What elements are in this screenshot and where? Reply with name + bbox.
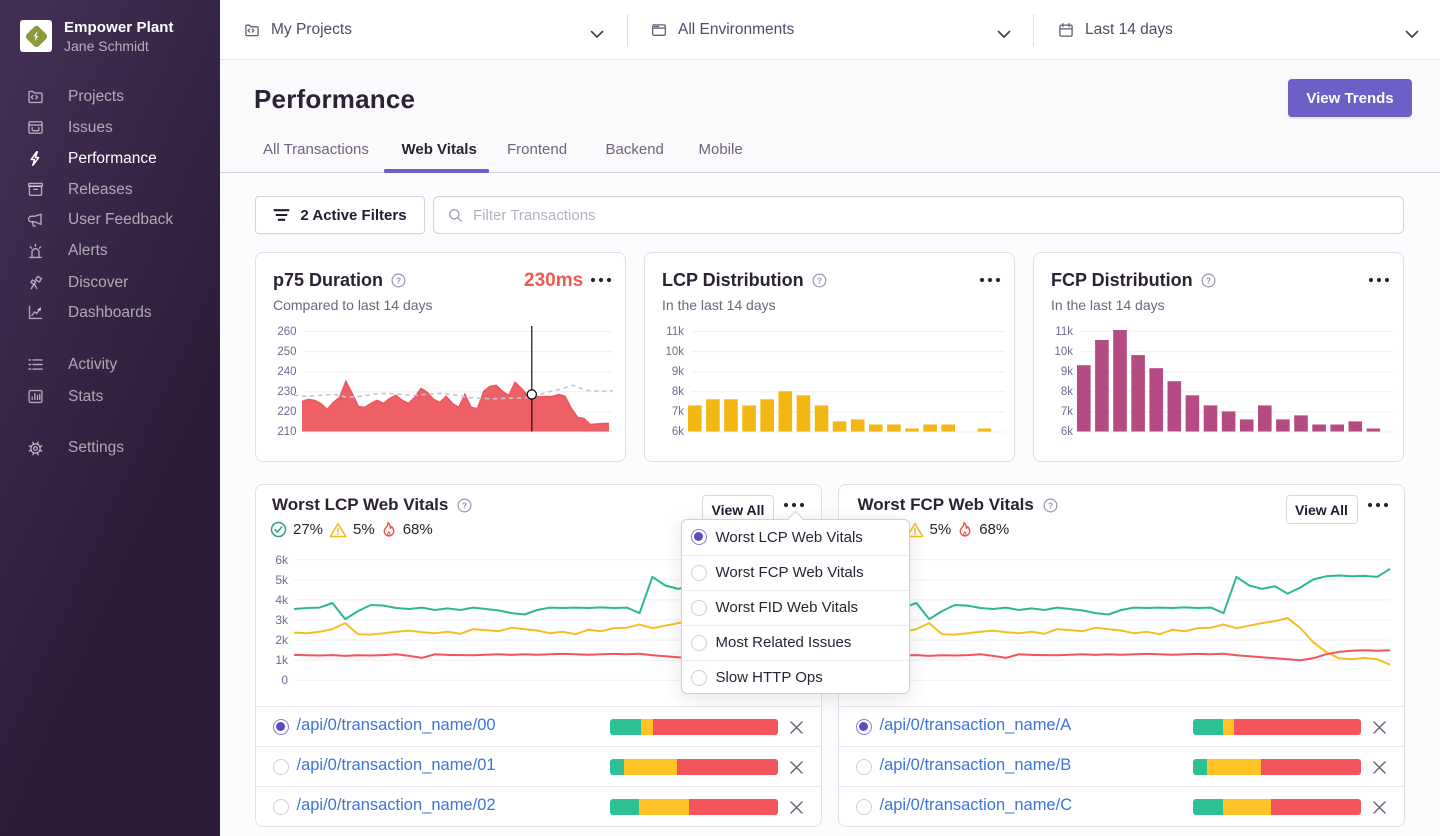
svg-text:?: ? (1048, 501, 1053, 510)
svg-text:?: ? (462, 501, 467, 510)
